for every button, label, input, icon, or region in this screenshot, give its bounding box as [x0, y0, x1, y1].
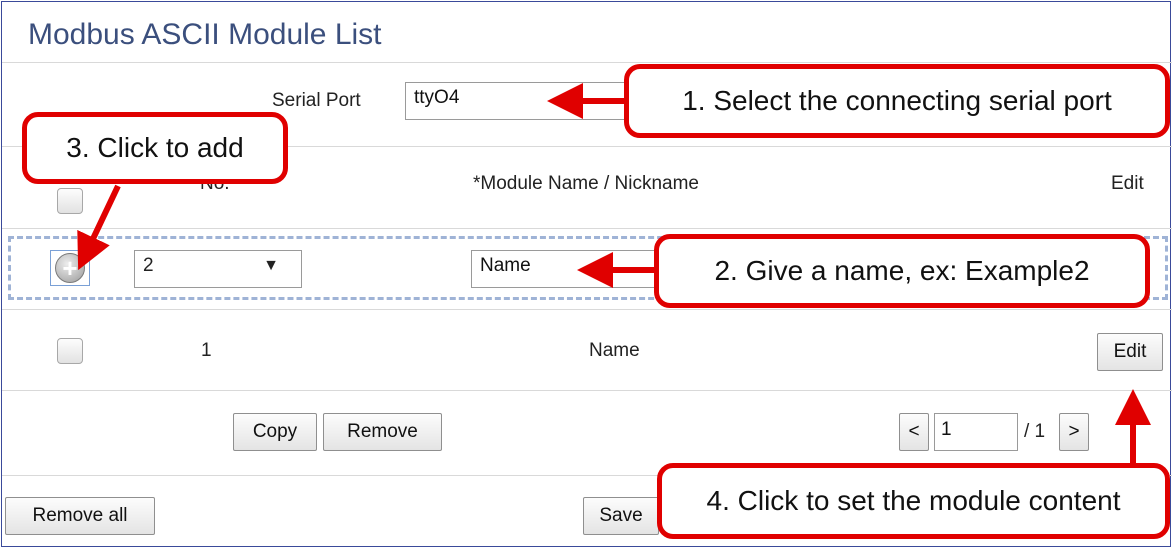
arrow-to-add-button: [77, 184, 121, 271]
callout-give-name: 2. Give a name, ex: Example2: [654, 234, 1150, 308]
callout-click-add: 3. Click to add: [22, 112, 288, 184]
callout-set-content: 4. Click to set the module content: [657, 463, 1170, 539]
callout-select-port: 1. Select the connecting serial port: [624, 64, 1170, 138]
